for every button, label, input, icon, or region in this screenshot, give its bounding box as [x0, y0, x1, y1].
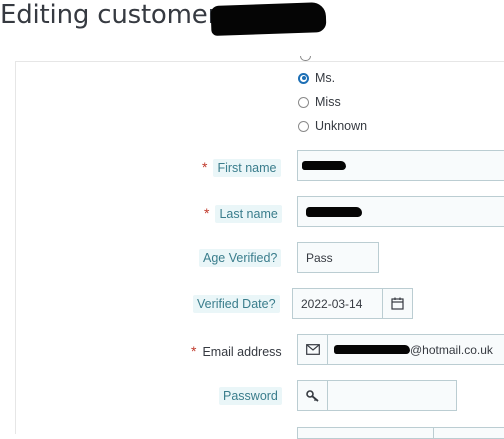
- next-field-addon-partial[interactable]: [433, 427, 504, 439]
- password-label: Password: [219, 387, 282, 405]
- age-verified-label: Age Verified?: [199, 249, 282, 267]
- redacted-last-name: [306, 206, 362, 217]
- email-label-group: * Email address: [191, 343, 282, 359]
- radio-label-unknown: Unknown: [315, 119, 368, 133]
- email-addon: [297, 334, 328, 365]
- verified-date-field[interactable]: 2022-03-14: [292, 288, 383, 319]
- age-verified-label-group: Age Verified?: [199, 249, 282, 267]
- key-icon: [305, 389, 319, 402]
- page-title-text: Editing customer: [0, 0, 219, 30]
- radio-option-miss[interactable]: Miss: [298, 95, 341, 109]
- calendar-button[interactable]: [382, 288, 413, 319]
- redacted-first-name: [302, 161, 346, 170]
- envelope-icon: [305, 344, 320, 355]
- first-name-field[interactable]: [297, 150, 504, 181]
- radio-label-miss: Miss: [315, 95, 341, 109]
- last-name-field[interactable]: [297, 196, 504, 227]
- verified-date-label: Verified Date?: [193, 295, 280, 313]
- panel-left-border: [15, 61, 16, 434]
- first-name-label-group: * First name: [202, 159, 281, 177]
- radio-button-ms[interactable]: [298, 72, 309, 84]
- email-field[interactable]: @hotmail.co.uk: [327, 334, 504, 365]
- first-name-required-mark: *: [202, 159, 208, 175]
- radio-option-unknown[interactable]: Unknown: [298, 119, 367, 133]
- radio-button-miss[interactable]: [298, 96, 309, 108]
- calendar-icon: [391, 297, 404, 310]
- radio-option-ms[interactable]: Ms.: [298, 71, 335, 85]
- last-name-label-group: * Last name: [204, 205, 282, 223]
- email-label: Email address: [202, 345, 282, 359]
- age-verified-field[interactable]: Pass: [297, 242, 379, 273]
- panel-top-border: [15, 61, 504, 62]
- last-name-required-mark: *: [204, 205, 210, 221]
- first-name-label: First name: [213, 159, 281, 177]
- last-name-label: Last name: [215, 205, 282, 223]
- password-addon: [297, 380, 328, 411]
- radio-label-ms: Ms.: [315, 71, 336, 85]
- next-field-partial[interactable]: [297, 427, 437, 439]
- email-domain: @hotmail.co.uk: [410, 342, 493, 357]
- age-verified-value: Pass: [306, 250, 333, 265]
- page-title: Editing customer: [0, 0, 218, 30]
- verified-date-value: 2022-03-14: [301, 296, 363, 311]
- redacted-customer-name: [210, 2, 327, 36]
- radio-button-unknown[interactable]: [298, 120, 309, 132]
- password-label-group: Password: [219, 387, 282, 405]
- customer-form-panel: [0, 61, 504, 434]
- redacted-email-user: [334, 345, 410, 354]
- email-required-mark: *: [191, 343, 197, 359]
- verified-date-label-group: Verified Date?: [193, 295, 280, 313]
- password-field[interactable]: [327, 380, 457, 411]
